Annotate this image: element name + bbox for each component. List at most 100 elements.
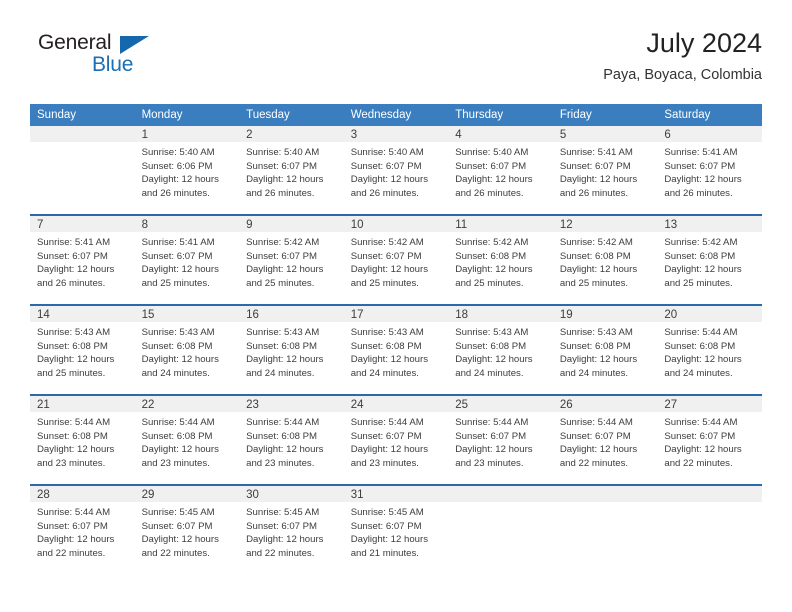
calendar-day-cell[interactable]: 5 Sunrise: 5:41 AM Sunset: 6:07 PM Daylight…: [552, 126, 658, 215]
day-number: 26: [552, 396, 658, 412]
calendar-day-cell[interactable]: 29 Sunrise: 5:45 AM Sunset: 6:07 PM Dayligh…: [134, 484, 240, 574]
calendar-day-cell[interactable]: 4 Sunrise: 5:40 AM Sunset: 6:07 PM Daylight…: [448, 126, 553, 215]
calendar-table: Sunday Monday Tuesday Wednesday Thursday…: [30, 104, 762, 574]
day-number: 29: [134, 486, 240, 502]
brand-logo[interactable]: General Blue: [38, 31, 178, 87]
day-detail-line: and 22 minutes.: [246, 547, 315, 559]
calendar-day-cell[interactable]: 19 Sunrise: 5:43 AM Sunset: 6:08 PM Dayligh…: [552, 304, 658, 395]
calendar-day-cell[interactable]: 6 Sunrise: 5:41 AM Sunset: 6:07 PM Daylight…: [657, 126, 762, 215]
day-number: [448, 486, 553, 502]
day-number: 9: [239, 216, 344, 232]
day-number: 23: [239, 396, 344, 412]
day-detail-line: and 24 minutes.: [455, 367, 524, 379]
day-detail-line: Sunrise: 5:40 AM: [246, 147, 320, 158]
day-detail-line: Daylight: 12 hours: [37, 264, 115, 276]
calendar-day-cell[interactable]: 1 Sunrise: 5:40 AM Sunset: 6:06 PM Daylight…: [134, 126, 240, 215]
calendar-day-cell[interactable]: 14 Sunrise: 5:43 AM Sunset: 6:08 PM Dayligh…: [30, 304, 135, 395]
day-details: Sunrise: 5:43 AM Sunset: 6:08 PM Daylight:…: [344, 322, 449, 380]
calendar-body: 1 Sunrise: 5:40 AM Sunset: 6:06 PM Daylight…: [30, 126, 762, 574]
day-detail-line: Daylight: 12 hours: [37, 354, 115, 366]
day-detail-line: Sunrise: 5:44 AM: [246, 417, 320, 428]
day-details: Sunrise: 5:41 AM Sunset: 6:07 PM Daylight:…: [30, 232, 135, 290]
calendar-cell-empty: [30, 126, 135, 215]
day-detail-line: and 25 minutes.: [37, 367, 106, 379]
day-details: Sunrise: 5:44 AM Sunset: 6:07 PM Daylight:…: [30, 502, 135, 560]
day-detail-line: Daylight: 12 hours: [246, 444, 324, 456]
calendar-week-row: 21 Sunrise: 5:44 AM Sunset: 6:08 PM Dayligh…: [30, 394, 762, 485]
day-number: 20: [657, 306, 762, 322]
day-details: Sunrise: 5:40 AM Sunset: 6:06 PM Daylight:…: [135, 142, 240, 200]
day-details: Sunrise: 5:44 AM Sunset: 6:07 PM Daylight:…: [553, 412, 658, 470]
calendar-day-cell[interactable]: 2 Sunrise: 5:40 AM Sunset: 6:07 PM Daylight…: [239, 126, 344, 215]
day-details: [553, 502, 658, 506]
calendar-day-cell[interactable]: 21 Sunrise: 5:44 AM Sunset: 6:08 PM Dayligh…: [30, 394, 135, 485]
calendar-cell-empty: [448, 484, 553, 574]
calendar-day-cell[interactable]: 23 Sunrise: 5:44 AM Sunset: 6:08 PM Dayligh…: [239, 394, 344, 485]
day-detail-line: Daylight: 12 hours: [37, 444, 115, 456]
day-detail-line: and 24 minutes.: [350, 367, 419, 379]
calendar-day-cell[interactable]: 31 Sunrise: 5:45 AM Sunset: 6:07 PM Dayligh…: [343, 484, 449, 574]
day-detail-line: Daylight: 12 hours: [141, 354, 219, 366]
day-detail-line: Daylight: 12 hours: [141, 174, 219, 186]
day-detail-line: Sunrise: 5:43 AM: [350, 327, 424, 338]
day-detail-line: Daylight: 12 hours: [350, 354, 429, 366]
day-detail-line: Sunset: 6:08 PM: [664, 340, 736, 352]
day-detail-line: Daylight: 12 hours: [37, 534, 115, 546]
day-number: 2: [239, 126, 344, 142]
day-detail-line: Daylight: 12 hours: [141, 444, 219, 456]
day-number: 11: [448, 216, 553, 232]
calendar-day-cell[interactable]: 13 Sunrise: 5:42 AM Sunset: 6:08 PM Dayligh…: [657, 214, 762, 305]
calendar-day-cell[interactable]: 9 Sunrise: 5:42 AM Sunset: 6:07 PM Daylight…: [239, 214, 344, 305]
day-detail-line: Daylight: 12 hours: [559, 354, 638, 366]
calendar-day-cell[interactable]: 25 Sunrise: 5:44 AM Sunset: 6:07 PM Dayligh…: [448, 394, 553, 485]
day-details: Sunrise: 5:42 AM Sunset: 6:08 PM Daylight:…: [448, 232, 553, 290]
day-details: Sunrise: 5:43 AM Sunset: 6:08 PM Daylight:…: [30, 322, 135, 380]
day-number: 21: [30, 396, 135, 412]
day-detail-line: Sunset: 6:07 PM: [559, 430, 631, 442]
day-detail-line: and 26 minutes.: [350, 187, 419, 199]
day-detail-line: Sunset: 6:07 PM: [455, 160, 527, 172]
calendar-day-cell[interactable]: 18 Sunrise: 5:43 AM Sunset: 6:08 PM Dayligh…: [448, 304, 553, 395]
day-detail-line: and 23 minutes.: [246, 457, 315, 469]
day-detail-line: Sunset: 6:08 PM: [559, 340, 631, 352]
day-number: 13: [657, 216, 762, 232]
calendar-day-cell[interactable]: 10 Sunrise: 5:42 AM Sunset: 6:07 PM Dayligh…: [343, 214, 449, 305]
calendar-day-cell[interactable]: 7 Sunrise: 5:41 AM Sunset: 6:07 PM Daylight…: [30, 214, 135, 305]
day-detail-line: Sunrise: 5:42 AM: [455, 237, 529, 248]
calendar-day-cell[interactable]: 8 Sunrise: 5:41 AM Sunset: 6:07 PM Daylight…: [134, 214, 240, 305]
calendar-day-cell[interactable]: 24 Sunrise: 5:44 AM Sunset: 6:07 PM Dayligh…: [343, 394, 449, 485]
day-detail-line: Sunrise: 5:44 AM: [37, 417, 111, 428]
calendar-day-cell[interactable]: 16 Sunrise: 5:43 AM Sunset: 6:08 PM Dayligh…: [239, 304, 344, 395]
day-detail-line: Daylight: 12 hours: [559, 444, 638, 456]
calendar-header-row: Sunday Monday Tuesday Wednesday Thursday…: [30, 104, 762, 126]
day-detail-line: Daylight: 12 hours: [664, 174, 742, 186]
day-detail-line: Sunset: 6:07 PM: [246, 520, 318, 532]
day-detail-line: Sunset: 6:08 PM: [141, 430, 213, 442]
day-detail-line: and 23 minutes.: [455, 457, 524, 469]
calendar-day-cell[interactable]: 28 Sunrise: 5:44 AM Sunset: 6:07 PM Dayligh…: [30, 484, 135, 574]
day-detail-line: Sunrise: 5:43 AM: [559, 327, 633, 338]
calendar-day-cell[interactable]: 3 Sunrise: 5:40 AM Sunset: 6:07 PM Daylight…: [343, 126, 449, 215]
calendar-day-cell[interactable]: 11 Sunrise: 5:42 AM Sunset: 6:08 PM Dayligh…: [448, 214, 553, 305]
day-detail-line: Sunrise: 5:41 AM: [664, 147, 738, 158]
day-number: [657, 486, 762, 502]
day-number: 30: [239, 486, 344, 502]
calendar-page: General Blue July 2024 Paya, Boyaca, Col…: [0, 0, 792, 612]
calendar-day-cell[interactable]: 20 Sunrise: 5:44 AM Sunset: 6:08 PM Dayligh…: [657, 304, 762, 395]
day-detail-line: Sunrise: 5:45 AM: [350, 507, 424, 518]
day-detail-line: Sunset: 6:08 PM: [350, 340, 422, 352]
calendar-day-cell[interactable]: 30 Sunrise: 5:45 AM Sunset: 6:07 PM Dayligh…: [239, 484, 344, 574]
day-detail-line: Sunset: 6:07 PM: [455, 430, 527, 442]
day-details: Sunrise: 5:43 AM Sunset: 6:08 PM Daylight:…: [553, 322, 658, 380]
calendar-day-cell[interactable]: 12 Sunrise: 5:42 AM Sunset: 6:08 PM Dayligh…: [552, 214, 658, 305]
calendar-day-cell[interactable]: 26 Sunrise: 5:44 AM Sunset: 6:07 PM Dayligh…: [552, 394, 658, 485]
calendar-day-cell[interactable]: 17 Sunrise: 5:43 AM Sunset: 6:08 PM Dayligh…: [343, 304, 449, 395]
day-details: Sunrise: 5:44 AM Sunset: 6:08 PM Daylight:…: [239, 412, 344, 470]
calendar-day-cell[interactable]: 22 Sunrise: 5:44 AM Sunset: 6:08 PM Dayligh…: [134, 394, 240, 485]
day-detail-line: Sunset: 6:08 PM: [141, 340, 213, 352]
calendar-day-cell[interactable]: 15 Sunrise: 5:43 AM Sunset: 6:08 PM Dayligh…: [134, 304, 240, 395]
day-detail-line: Sunset: 6:08 PM: [455, 340, 527, 352]
calendar-day-cell[interactable]: 27 Sunrise: 5:44 AM Sunset: 6:07 PM Dayligh…: [657, 394, 762, 485]
day-detail-line: and 25 minutes.: [246, 277, 315, 289]
day-detail-line: and 24 minutes.: [141, 367, 210, 379]
